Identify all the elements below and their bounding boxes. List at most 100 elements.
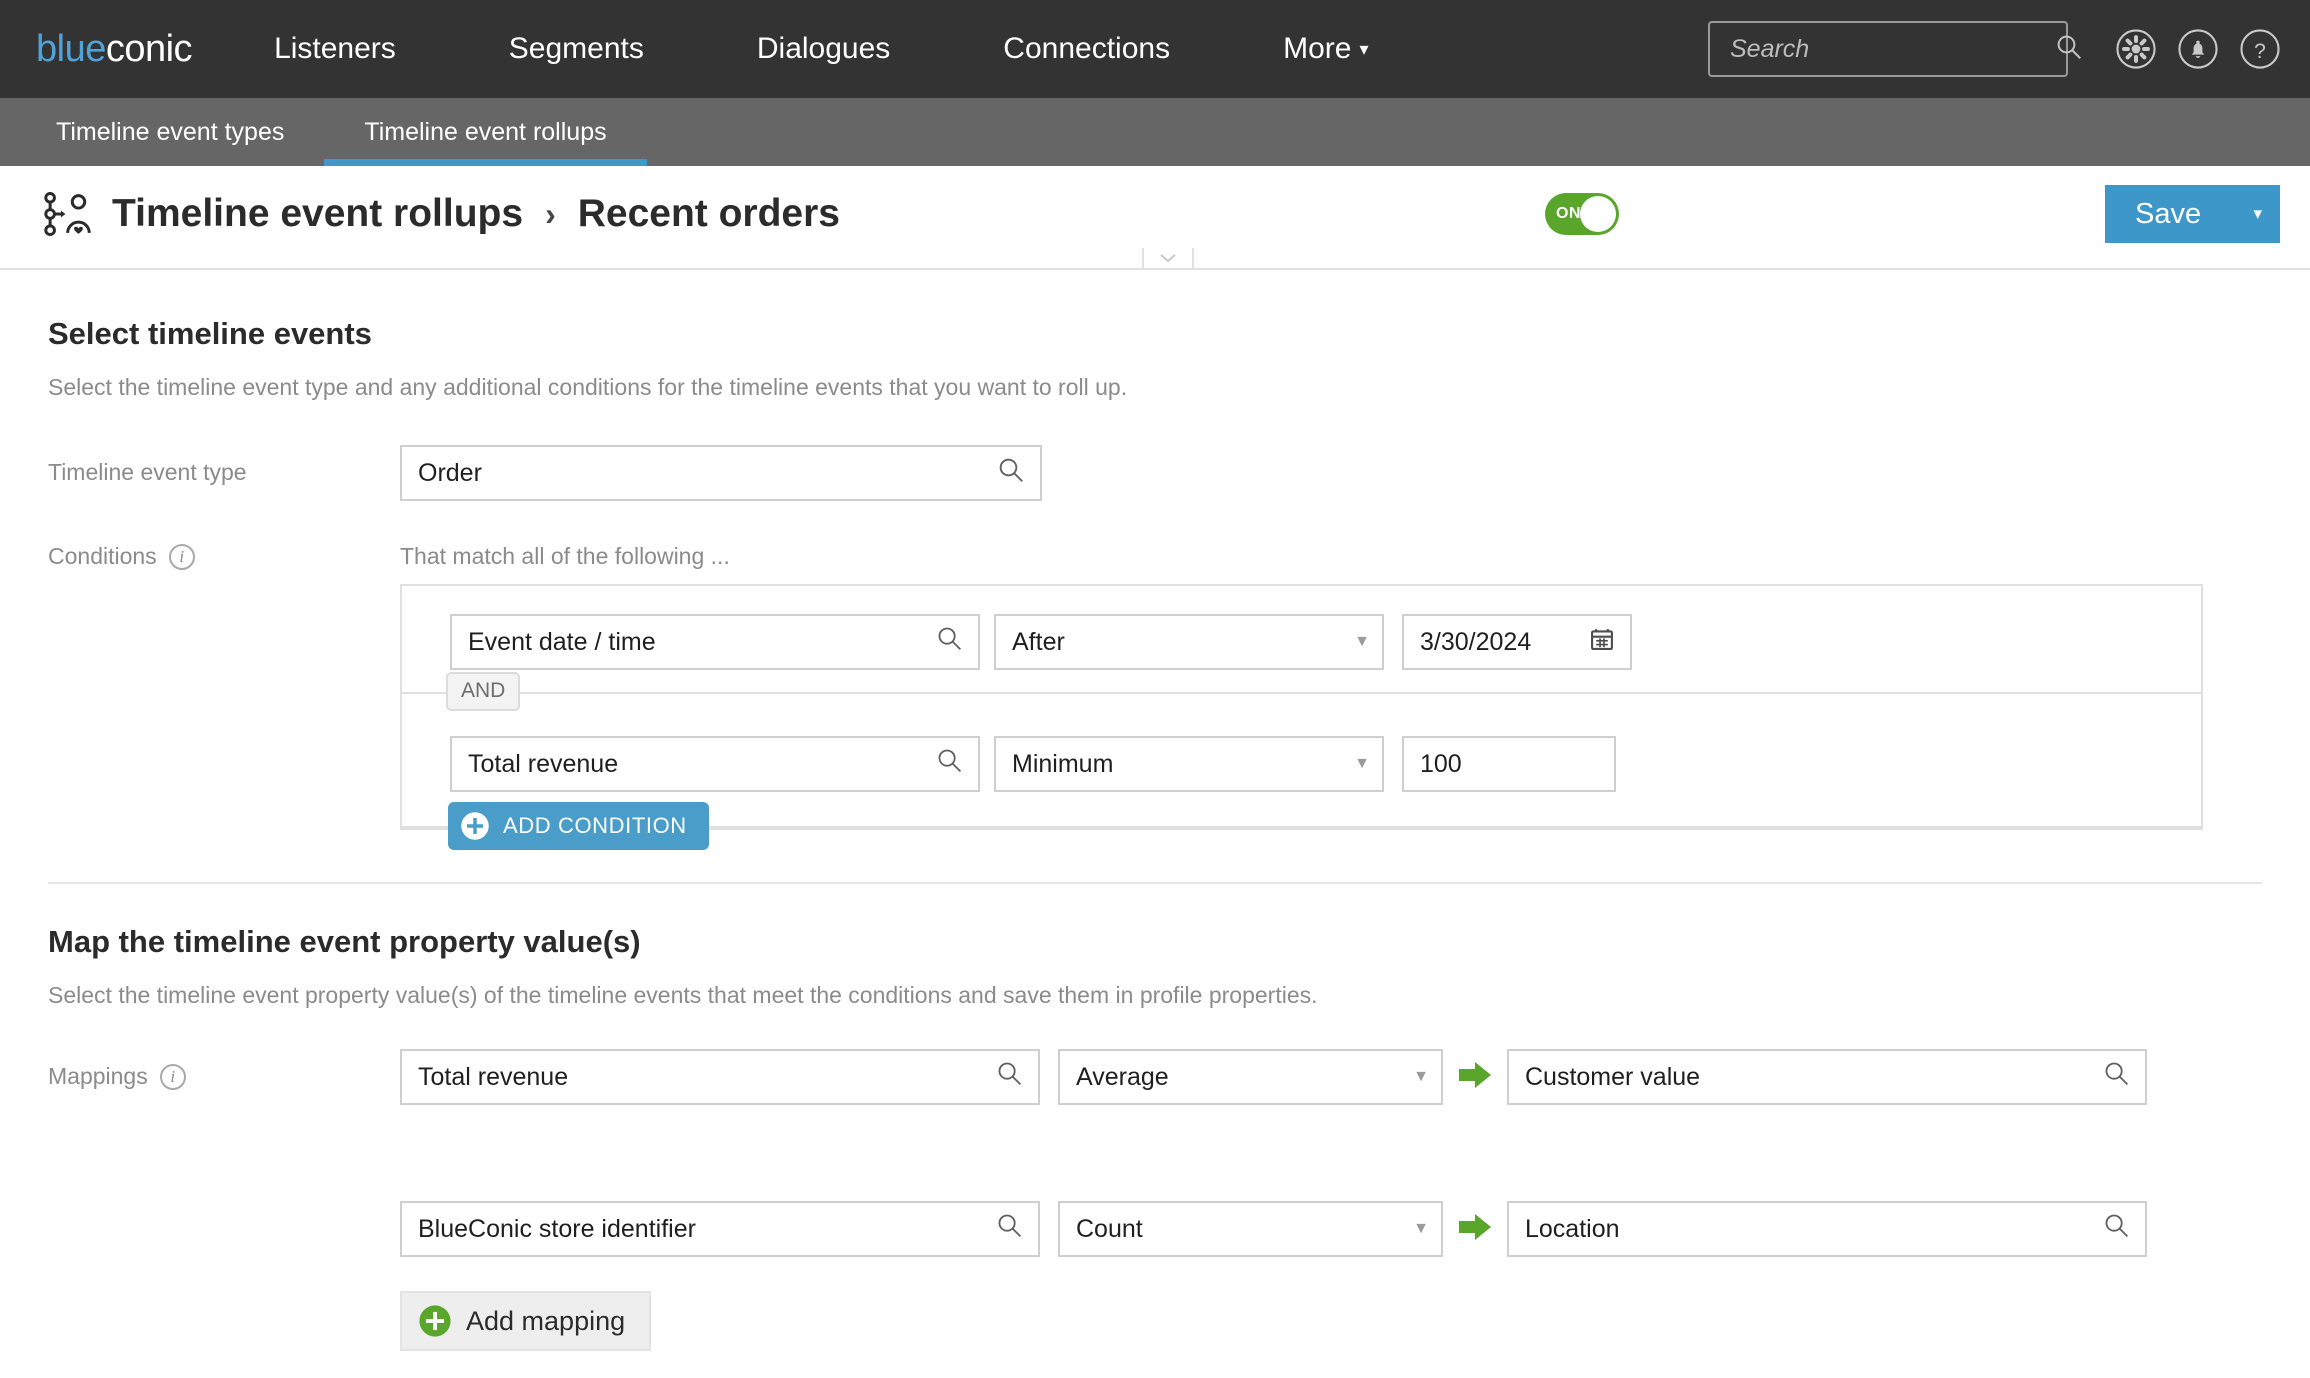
condition-date-input[interactable]: 3/30/2024 xyxy=(1402,614,1632,670)
add-mapping-button[interactable]: Add mapping xyxy=(400,1291,652,1351)
tab-timeline-event-types[interactable]: Timeline event types xyxy=(16,98,324,166)
search-icon xyxy=(2054,32,2084,67)
nav-right-cluster: ? xyxy=(1708,21,2282,77)
mapping-source-input[interactable]: Total revenue xyxy=(400,1049,1040,1105)
section-subtitle-map-values: Select the timeline event property value… xyxy=(48,982,1318,1008)
condition-row: Event date / time After ▼ 3/30/2024 xyxy=(402,586,2201,692)
nav-item-listeners[interactable]: Listeners xyxy=(274,32,396,66)
rollup-enabled-toggle-wrap: ON xyxy=(1545,193,1619,235)
mapping-row: BlueConic store identifier Count ▼ Locat… xyxy=(400,1201,2147,1257)
svg-text:?: ? xyxy=(2254,40,2266,63)
chevron-down-icon: ▼ xyxy=(1354,633,1370,650)
arrow-right-icon xyxy=(1457,1059,1493,1096)
add-condition-label: ADD CONDITION xyxy=(503,813,687,838)
condition-number-value: 100 xyxy=(1420,749,1462,778)
rollup-enabled-toggle[interactable]: ON xyxy=(1545,193,1619,235)
timeline-event-rollup-icon xyxy=(40,187,94,241)
condition-operator-value: Minimum xyxy=(1012,749,1114,778)
mappings-row: Mappings i Total revenue Average ▼ Custo… xyxy=(0,1049,2310,1351)
mapping-source-input[interactable]: BlueConic store identifier xyxy=(400,1201,1040,1257)
section-divider xyxy=(48,882,2262,884)
search-icon[interactable] xyxy=(2102,1059,2131,1095)
condition-joiner-divider: AND xyxy=(402,672,2201,711)
tab-timeline-event-rollups[interactable]: Timeline event rollups xyxy=(324,98,647,166)
nav-item-more[interactable]: More ▾ xyxy=(1283,32,1368,66)
search-input[interactable] xyxy=(1728,33,2054,65)
nav-item-more-label: More xyxy=(1283,32,1352,65)
condition-row: Total revenue Minimum ▼ 100 xyxy=(402,694,2201,810)
add-condition-divider: ADD CONDITION xyxy=(402,802,2201,850)
global-search[interactable] xyxy=(1708,21,2081,77)
condition-number-input[interactable]: 100 xyxy=(1402,736,1616,792)
mapping-operation-value: Count xyxy=(1076,1214,1143,1243)
info-icon[interactable]: i xyxy=(168,543,195,570)
plus-circle-icon xyxy=(418,1304,452,1338)
logo-text-conic: conic xyxy=(105,27,193,70)
search-icon[interactable] xyxy=(995,1059,1024,1095)
search-icon[interactable] xyxy=(996,455,1026,492)
bell-icon[interactable] xyxy=(2176,27,2220,71)
section-subtitle-select-events: Select the timeline event type and any a… xyxy=(48,374,1128,400)
mapping-target-value: Location xyxy=(1525,1214,1620,1243)
save-button[interactable]: Save ▾ xyxy=(2105,185,2280,243)
condition-operator-select[interactable]: After ▼ xyxy=(994,614,1384,670)
condition-date-value: 3/30/2024 xyxy=(1420,627,1532,656)
condition-property-value: Event date / time xyxy=(468,627,656,656)
logo-text-blue: blue xyxy=(36,27,106,70)
tab-timeline-event-rollups-label: Timeline event rollups xyxy=(364,117,607,146)
info-icon[interactable]: i xyxy=(159,1063,186,1090)
save-button-label: Save xyxy=(2135,197,2202,230)
main-content: Select timeline events Select the timeli… xyxy=(0,316,2310,1351)
condition-property-input[interactable]: Total revenue xyxy=(450,736,980,792)
calendar-icon[interactable] xyxy=(1588,625,1616,660)
sub-tab-bar: Timeline event types Timeline event roll… xyxy=(0,98,2310,166)
arrow-right-icon xyxy=(1457,1211,1493,1248)
save-dropdown-caret-icon[interactable]: ▾ xyxy=(2253,204,2262,224)
condition-property-input[interactable]: Event date / time xyxy=(450,614,980,670)
section-title-select-events: Select timeline events xyxy=(48,316,372,351)
nav-item-segments[interactable]: Segments xyxy=(509,32,644,66)
chevron-down-icon xyxy=(1160,254,1176,263)
mapping-target-input[interactable]: Location xyxy=(1507,1201,2147,1257)
search-icon[interactable] xyxy=(995,1211,1024,1247)
condition-joiner-chip[interactable]: AND xyxy=(446,672,521,711)
search-icon[interactable] xyxy=(2102,1211,2131,1247)
top-navigation-bar: blueconic Listeners Segments Dialogues C… xyxy=(0,0,2310,98)
section-title-map-values: Map the timeline event property value(s) xyxy=(48,924,641,959)
conditions-row: Conditions i That match all of the follo… xyxy=(0,539,2310,570)
blueconic-logo[interactable]: blueconic xyxy=(36,27,193,71)
timeline-event-type-value: Order xyxy=(418,458,482,487)
breadcrumb-root[interactable]: Timeline event rollups xyxy=(112,192,523,236)
mapping-operation-select[interactable]: Average ▼ xyxy=(1058,1049,1443,1105)
chevron-down-icon: ▼ xyxy=(1413,1220,1429,1237)
plus-circle-icon xyxy=(460,811,490,841)
add-condition-button[interactable]: ADD CONDITION xyxy=(448,802,709,850)
gear-icon[interactable] xyxy=(2114,27,2158,71)
condition-property-value: Total revenue xyxy=(468,749,619,778)
add-mapping-row: Add mapping xyxy=(400,1291,2147,1351)
mappings-label-wrap: Mappings i xyxy=(48,1049,400,1090)
chevron-down-icon: ▼ xyxy=(1354,755,1370,772)
chevron-down-icon: ▾ xyxy=(1359,39,1369,59)
nav-item-connections[interactable]: Connections xyxy=(1003,32,1170,66)
tab-timeline-event-types-label: Timeline event types xyxy=(56,117,285,146)
timeline-event-type-label: Timeline event type xyxy=(48,459,247,485)
add-mapping-label: Add mapping xyxy=(466,1305,626,1336)
conditions-box: Event date / time After ▼ 3/30/2024 AND … xyxy=(400,584,2203,850)
toggle-knob xyxy=(1580,196,1616,232)
condition-operator-select[interactable]: Minimum ▼ xyxy=(994,736,1384,792)
help-icon[interactable]: ? xyxy=(2238,27,2282,71)
collapse-section-toggle[interactable] xyxy=(1142,248,1194,270)
conditions-label: Conditions xyxy=(48,543,157,569)
search-icon[interactable] xyxy=(935,624,964,660)
timeline-event-type-input[interactable]: Order xyxy=(400,445,1042,501)
search-icon[interactable] xyxy=(935,746,964,782)
timeline-event-type-row: Timeline event type Order xyxy=(0,445,2310,501)
mapping-target-input[interactable]: Customer value xyxy=(1507,1049,2147,1105)
mapping-operation-select[interactable]: Count ▼ xyxy=(1058,1201,1443,1257)
mapping-operation-value: Average xyxy=(1076,1062,1169,1091)
mappings-label: Mappings xyxy=(48,1063,148,1089)
chevron-down-icon: ▼ xyxy=(1413,1068,1429,1085)
nav-item-dialogues[interactable]: Dialogues xyxy=(757,32,890,66)
section-collapse-row xyxy=(0,248,2310,276)
